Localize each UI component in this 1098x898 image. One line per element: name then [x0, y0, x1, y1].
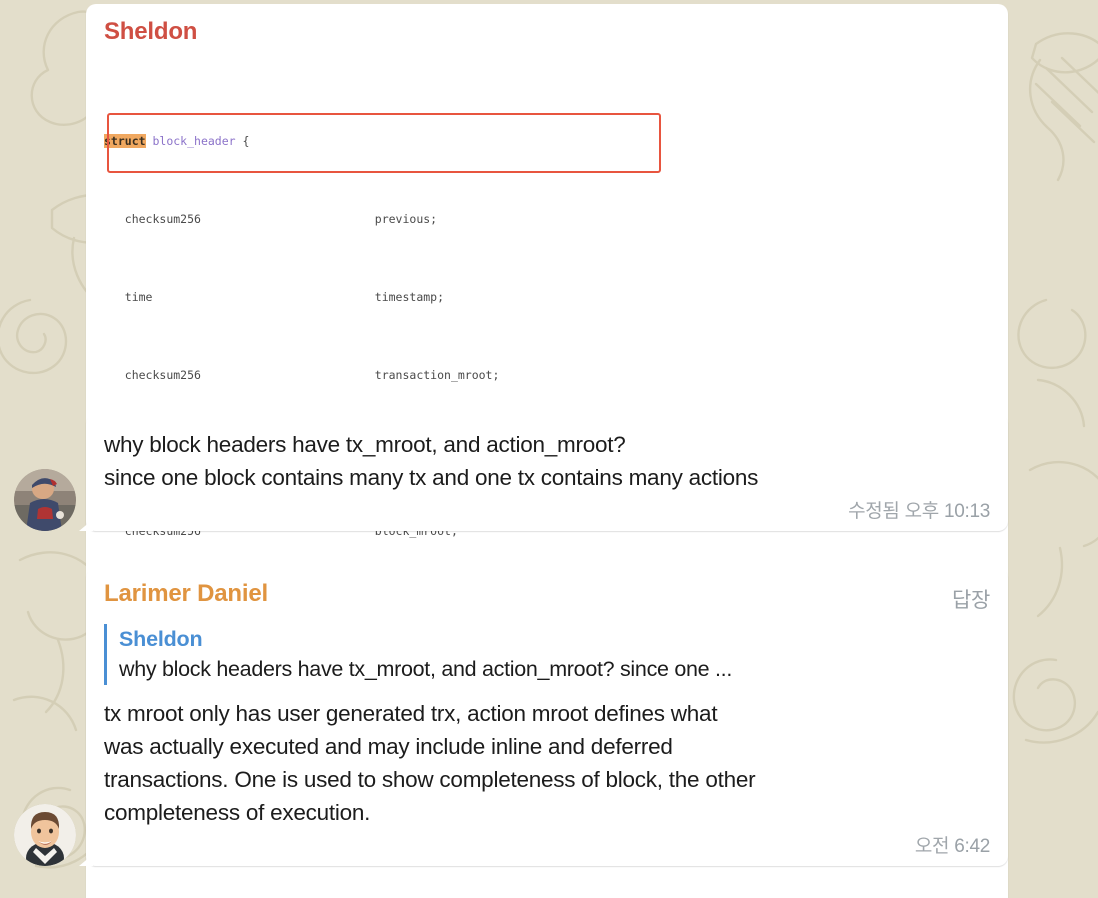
- code-type-transaction-mroot: checksum256: [124, 368, 201, 382]
- edited-label: 수정됨: [848, 501, 900, 522]
- reply-action-label[interactable]: 답장: [952, 580, 990, 614]
- message-bubble-reply[interactable]: Larimer Daniel 답장 Sheldon why block head…: [86, 568, 1008, 866]
- code-type-previous: checksum256: [124, 212, 201, 226]
- reply-line-1: tx mroot only has user generated trx, ac…: [104, 701, 718, 726]
- time-period-label: 오후: [904, 501, 940, 522]
- avatar-image-larimer: [14, 804, 76, 866]
- reply-message-time: 6:42: [954, 836, 990, 857]
- reply-line-2: was actually executed and may include in…: [104, 734, 673, 759]
- code-keyword-struct: struct: [104, 134, 146, 148]
- quoted-message-text: why block headers have tx_mroot, and act…: [119, 657, 733, 681]
- message-time: 10:13: [943, 501, 990, 522]
- reply-header: Larimer Daniel 답장: [104, 580, 990, 614]
- reply-line-4: completeness of execution.: [104, 800, 371, 825]
- code-line-previous: checksum256 previous;: [104, 210, 992, 230]
- sheldon-avatar[interactable]: [14, 469, 76, 531]
- message-question: why block headers have tx_mroot, and act…: [0, 414, 1008, 531]
- quoted-sender-name: Sheldon: [119, 627, 203, 651]
- code-line-struct: struct block_header {: [104, 132, 992, 152]
- message-bubble-question[interactable]: why block headers have tx_mroot, and act…: [86, 414, 1008, 531]
- larimer-avatar[interactable]: [14, 804, 76, 866]
- chat-message-list: Sheldon struct block_header { checksum25…: [0, 0, 1098, 898]
- reply-meta: 오전 6:42: [104, 831, 990, 858]
- code-field-transaction-mroot: transaction_mroot;: [374, 368, 500, 382]
- code-struct-name: block_header: [152, 134, 236, 148]
- question-meta: 수정됨 오후 10:13: [104, 496, 990, 523]
- question-line-1: why block headers have tx_mroot, and act…: [104, 432, 626, 457]
- code-field-previous: previous;: [374, 212, 438, 226]
- message-sender-name: Sheldon: [104, 18, 198, 45]
- code-field-timestamp: timestamp;: [374, 290, 445, 304]
- message-reply: Larimer Daniel 답장 Sheldon why block head…: [0, 568, 1008, 866]
- reply-line-3: transactions. One is used to show comple…: [104, 767, 756, 792]
- reply-sender-name: Larimer Daniel: [104, 580, 268, 607]
- reply-time-period-label: 오전: [914, 836, 950, 857]
- code-line-transaction-mroot: checksum256 transaction_mroot;: [104, 366, 992, 386]
- avatar-image-sheldon: [14, 469, 76, 531]
- question-line-2: since one block contains many tx and one…: [104, 465, 759, 490]
- code-type-timestamp: time: [124, 290, 153, 304]
- code-brace-open: {: [235, 134, 250, 148]
- quoted-message[interactable]: Sheldon why block headers have tx_mroot,…: [104, 624, 990, 685]
- code-line-timestamp: time timestamp;: [104, 288, 992, 308]
